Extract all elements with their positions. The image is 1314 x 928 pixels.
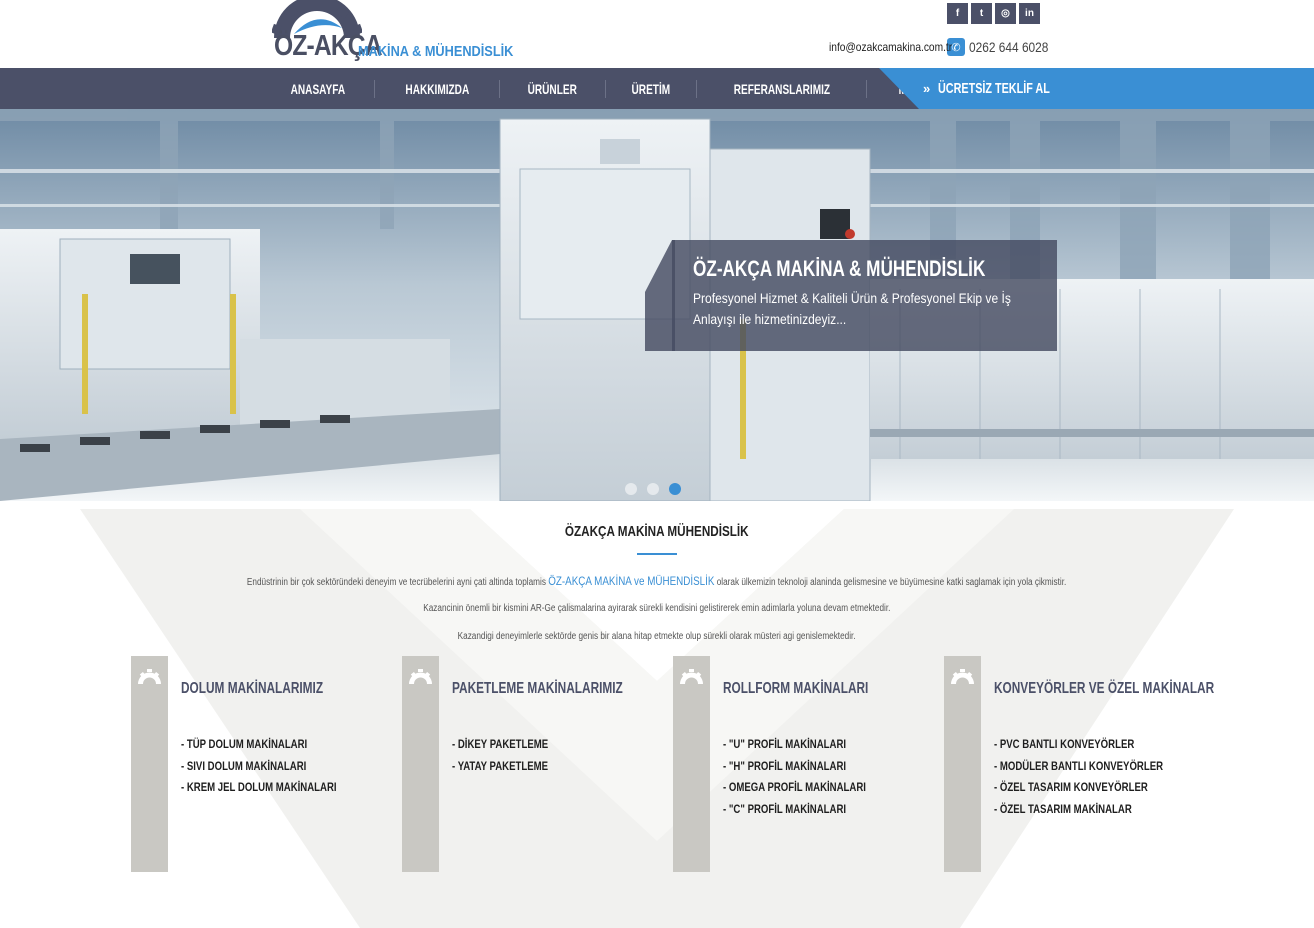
card-link[interactable]: - "H" PROFİL MAKİNALARI <box>723 756 866 778</box>
site-header: ÖZ-AKÇA MAKİNA & MÜHENDİSLİK f t ◎ in info@… <box>0 0 1314 68</box>
card-link[interactable]: - MODÜLER BANTLI KONVEYÖRLER <box>994 756 1163 778</box>
card-link[interactable]: - YATAY PAKETLEME <box>452 756 548 778</box>
nav-item-label: ÜRETİM <box>631 80 671 97</box>
slider-dot-2[interactable] <box>647 483 659 495</box>
card-link[interactable]: - DİKEY PAKETLEME <box>452 734 548 756</box>
card-title[interactable]: DOLUM MAKİNALARIMIZ <box>181 680 323 698</box>
card-link[interactable]: - "C" PROFİL MAKİNALARI <box>723 799 866 821</box>
category-card: ROLLFORM MAKİNALARI - "U" PROFİL MAKİNALA… <box>673 656 923 872</box>
nav-item[interactable]: REFERANSLARIMIZ <box>697 68 867 109</box>
hero-slider[interactable]: ÖZ-AKÇA MAKİNA & MÜHENDİSLİK Profesyonel… <box>0 109 1314 501</box>
slider-dot-3[interactable] <box>669 483 681 495</box>
nav-item[interactable]: ANASAYFA <box>262 68 374 109</box>
facebook-icon[interactable]: f <box>946 2 969 25</box>
email-link[interactable]: info@ozakcamakina.com.tr <box>829 40 952 54</box>
brand-tagline: MAKİNA & MÜHENDİSLİK <box>358 43 514 60</box>
machine-gear-icon <box>680 669 703 684</box>
nav-item-label: HAKKIMIZDA <box>405 80 469 97</box>
card-title[interactable]: KONVEYÖRLER VE ÖZEL MAKİNALAR <box>994 680 1214 698</box>
hero-title: ÖZ-AKÇA MAKİNA & MÜHENDİSLİK <box>693 256 986 281</box>
about-paragraph-3: Kazandigi deneyimlerle sektörde genis bi… <box>458 631 856 642</box>
card-title[interactable]: ROLLFORM MAKİNALARI <box>723 680 868 698</box>
slider-dot-1[interactable] <box>625 483 637 495</box>
card-title[interactable]: PAKETLEME MAKİNALARIMIZ <box>452 680 623 698</box>
card-link-list: - "U" PROFİL MAKİNALARI - "H" PROFİL MAKİ… <box>723 734 902 820</box>
main-nav: ANASAYFA HAKKIMIZDA ÜRÜNLER ÜRETİM REFERANSL… <box>0 68 1314 109</box>
free-quote-button[interactable]: » ÜCRETSİZ TEKLİF AL <box>879 68 1314 109</box>
machine-gear-icon <box>138 669 161 684</box>
company-highlight: ÖZ-AKÇA MAKİNA ve MÜHENDİSLİK <box>548 574 715 588</box>
card-link[interactable]: - SIVI DOLUM MAKİNALARI <box>181 756 337 778</box>
nav-item-label: ANASAYFA <box>290 80 346 97</box>
nav-item-label: ÜRÜNLER <box>527 80 578 97</box>
card-link[interactable]: - KREM JEL DOLUM MAKİNALARI <box>181 777 337 799</box>
social-links: f t ◎ in <box>946 2 1041 25</box>
cta-label: ÜCRETSİZ TEKLİF AL <box>938 80 1051 97</box>
card-side-bar <box>673 656 710 872</box>
hero-caption: ÖZ-AKÇA MAKİNA & MÜHENDİSLİK Profesyonel… <box>672 240 1057 351</box>
category-card: PAKETLEME MAKİNALARIMIZ - DİKEY PAKETLEME… <box>402 656 652 872</box>
card-link-list: - DİKEY PAKETLEME - YATAY PAKETLEME <box>452 734 572 777</box>
hero-text: Profesyonel Hizmet & Kaliteli Ürün & Pro… <box>693 290 1011 327</box>
card-link[interactable]: - ÖZEL TASARIM MAKİNALAR <box>994 799 1163 821</box>
instagram-icon[interactable]: ◎ <box>994 2 1017 25</box>
about-paragraph-1: Endüstrinin bir çok sektöründeki deneyim… <box>247 574 1067 588</box>
double-chevron-right-icon: » <box>923 81 931 96</box>
nav-item[interactable]: HAKKIMIZDA <box>375 68 500 109</box>
caption-accent-shape <box>645 240 675 351</box>
phone-number[interactable]: 0262 644 6028 <box>969 39 1048 55</box>
machine-gear-icon <box>951 669 974 684</box>
card-side-bar <box>131 656 168 872</box>
nav-item-label: REFERANSLARIMIZ <box>733 80 830 97</box>
about-title: ÖZAKÇA MAKİNA MÜHENDİSLİK <box>565 523 749 540</box>
site-logo[interactable]: ÖZ-AKÇA MAKİNA & MÜHENDİSLİK <box>272 0 513 66</box>
machine-gear-icon <box>409 669 432 684</box>
about-paragraph-2: Kazancinin önemli bir kismini AR-Ge çali… <box>423 603 891 614</box>
twitter-icon[interactable]: t <box>970 2 993 25</box>
linkedin-icon[interactable]: in <box>1018 2 1041 25</box>
card-link[interactable]: - TÜP DOLUM MAKİNALARI <box>181 734 337 756</box>
card-side-bar <box>402 656 439 872</box>
category-card: DOLUM MAKİNALARIMIZ - TÜP DOLUM MAKİNALAR… <box>131 656 381 872</box>
card-side-bar <box>944 656 981 872</box>
card-link-list: - PVC BANTLI KONVEYÖRLER - MODÜLER BANTLI… <box>994 734 1205 820</box>
card-link[interactable]: - OMEGA PROFİL MAKİNALARI <box>723 777 866 799</box>
title-underline <box>637 553 677 555</box>
card-link[interactable]: - ÖZEL TASARIM KONVEYÖRLER <box>994 777 1163 799</box>
contact-info: info@ozakcamakina.com.tr ✆ 0262 644 6028 <box>829 38 1062 56</box>
slider-dots <box>625 483 681 495</box>
card-link[interactable]: - PVC BANTLI KONVEYÖRLER <box>994 734 1163 756</box>
category-card: KONVEYÖRLER VE ÖZEL MAKİNALAR - PVC BANTL… <box>944 656 1214 872</box>
nav-item[interactable]: ÜRETİM <box>606 68 696 109</box>
card-link-list: - TÜP DOLUM MAKİNALARI - SIVI DOLUM MAKİN… <box>181 734 375 799</box>
nav-item[interactable]: ÜRÜNLER <box>500 68 604 109</box>
card-link[interactable]: - "U" PROFİL MAKİNALARI <box>723 734 866 756</box>
